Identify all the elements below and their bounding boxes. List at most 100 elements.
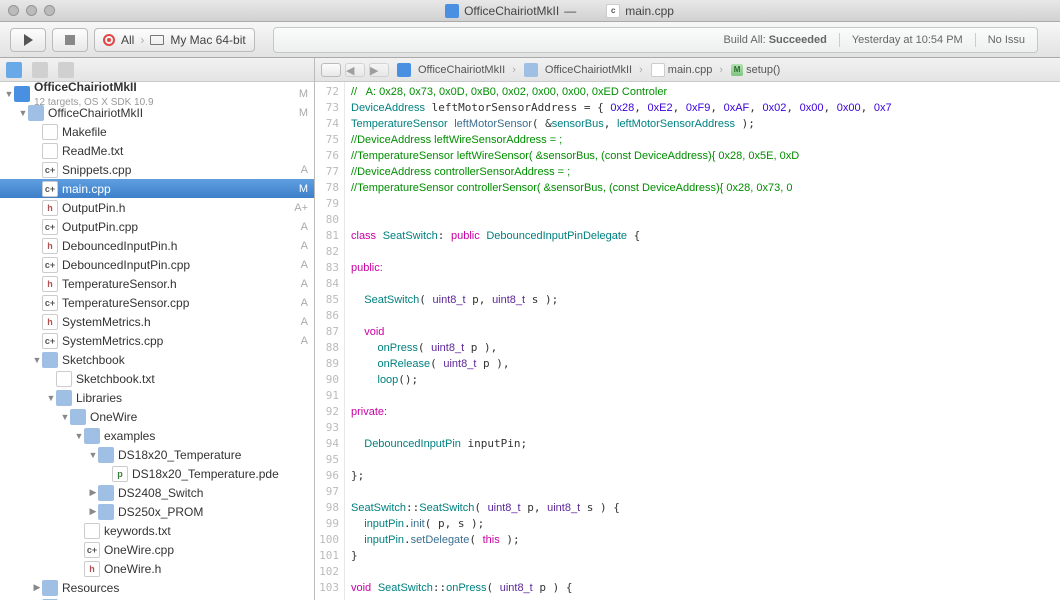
- txt-icon: [42, 124, 58, 140]
- disclosure-triangle-icon[interactable]: ▼: [74, 431, 84, 441]
- folder-icon: [28, 105, 44, 121]
- tree-file[interactable]: ReadMe.txt: [0, 141, 314, 160]
- disclosure-triangle-icon[interactable]: ▼: [88, 450, 98, 460]
- toolbar: All › My Mac 64-bit Build All: Succeeded…: [0, 22, 1060, 58]
- tree-item-label: SystemMetrics.h: [62, 315, 297, 329]
- main-split: ▼ OfficeChairiotMkII12 targets, OS X SDK…: [0, 58, 1060, 600]
- code-text[interactable]: // A: 0x28, 0x73, 0x0D, 0xB0, 0x02, 0x00…: [345, 82, 1060, 600]
- tree-item-label: DebouncedInputPin.cpp: [62, 258, 297, 272]
- tree-folder[interactable]: ▼ OneWire: [0, 407, 314, 426]
- tree-file[interactable]: hSystemMetrics.hA: [0, 312, 314, 331]
- jump-bar-function[interactable]: Msetup(): [727, 64, 791, 76]
- zoom-window-button[interactable]: [44, 5, 55, 16]
- tree-project-label: OfficeChairiotMkII12 targets, OS X SDK 1…: [34, 82, 295, 108]
- disclosure-triangle-icon[interactable]: ▼: [46, 393, 56, 403]
- tree-folder[interactable]: ▶ DS250x_PROM: [0, 502, 314, 521]
- minimize-window-button[interactable]: [26, 5, 37, 16]
- jump-bar-crumb[interactable]: OfficeChairiotMkII: [520, 63, 647, 77]
- disclosure-triangle-icon[interactable]: ▼: [18, 108, 28, 118]
- source-editor[interactable]: 7273747576777879808182838485868788899091…: [315, 82, 1060, 600]
- tree-item-label: TemperatureSensor.cpp: [62, 296, 297, 310]
- scm-badge: A: [301, 316, 308, 328]
- symbol-navigator-tab[interactable]: [32, 62, 48, 78]
- line-number-gutter: 7273747576777879808182838485868788899091…: [315, 82, 345, 600]
- disclosure-triangle-icon: [102, 469, 112, 479]
- disclosure-triangle-icon[interactable]: ▶: [88, 507, 98, 517]
- scm-badge: A+: [294, 202, 308, 214]
- h-icon: h: [42, 238, 58, 254]
- tree-item-label: TemperatureSensor.h: [62, 277, 297, 291]
- cpp-icon: c+: [42, 257, 58, 273]
- scheme-selector[interactable]: All › My Mac 64-bit: [94, 28, 255, 52]
- tree-file[interactable]: c+main.cppM: [0, 179, 314, 198]
- tree-file[interactable]: hOutputPin.hA+: [0, 198, 314, 217]
- tree-file[interactable]: c+ SystemMetrics.cpp A: [0, 331, 314, 350]
- find-navigator-tab[interactable]: [58, 62, 74, 78]
- tree-file[interactable]: Sketchbook.txt: [0, 369, 314, 388]
- tree-file[interactable]: c+OutputPin.cppA: [0, 217, 314, 236]
- scm-badge: A: [301, 297, 308, 309]
- forward-button[interactable]: ▶: [369, 63, 389, 77]
- stop-icon: [65, 35, 75, 45]
- project-tree[interactable]: ▼ OfficeChairiotMkII12 targets, OS X SDK…: [0, 82, 314, 600]
- disclosure-triangle-icon[interactable]: ▼: [4, 89, 14, 99]
- tree-file[interactable]: hTemperatureSensor.hA: [0, 274, 314, 293]
- jump-bar-crumb[interactable]: main.cpp: [647, 63, 727, 77]
- stop-button[interactable]: [52, 28, 88, 52]
- title-doc-file-label: main.cpp: [625, 4, 674, 18]
- cpp-icon: c+: [42, 333, 58, 349]
- tree-item-label: SystemMetrics.cpp: [62, 334, 297, 348]
- status-time: Yesterday at 10:54 PM: [852, 34, 963, 46]
- disclosure-triangle-icon[interactable]: ▼: [60, 412, 70, 422]
- folder-icon: [397, 63, 411, 77]
- tree-item-label: keywords.txt: [104, 524, 304, 538]
- navigator-tabs: [0, 58, 314, 82]
- scm-badge: A: [301, 259, 308, 271]
- activity-status: Build All: Succeeded Yesterday at 10:54 …: [273, 27, 1038, 53]
- close-window-button[interactable]: [8, 5, 19, 16]
- tree-folder[interactable]: ▼ Sketchbook: [0, 350, 314, 369]
- tree-folder[interactable]: ▼Libraries: [0, 388, 314, 407]
- project-navigator-tab[interactable]: [6, 62, 22, 78]
- txt-icon: [56, 371, 72, 387]
- disclosure-triangle-icon[interactable]: ▼: [32, 355, 42, 365]
- tree-item-label: OneWire: [90, 410, 304, 424]
- back-button[interactable]: ◀: [345, 63, 365, 77]
- folder-icon: [98, 504, 114, 520]
- tree-file[interactable]: c+ DebouncedInputPin.cpp A: [0, 255, 314, 274]
- scm-badge: A: [301, 335, 308, 347]
- tree-item-label: Sketchbook: [62, 353, 304, 367]
- tree-folder[interactable]: ▼examples: [0, 426, 314, 445]
- tree-file[interactable]: c+OneWire.cpp: [0, 540, 314, 559]
- tree-item-label: Makefile: [62, 125, 304, 139]
- tree-file[interactable]: c+Snippets.cppA: [0, 160, 314, 179]
- tree-folder[interactable]: ▼DS18x20_Temperature: [0, 445, 314, 464]
- tree-file[interactable]: Makefile: [0, 122, 314, 141]
- related-items-button[interactable]: [321, 63, 341, 77]
- tree-file[interactable]: pDS18x20_Temperature.pde: [0, 464, 314, 483]
- tree-folder[interactable]: ▶DS2408_Switch: [0, 483, 314, 502]
- folder-icon: [84, 428, 100, 444]
- scm-badge: M: [299, 107, 308, 119]
- navigator-sidebar: ▼ OfficeChairiotMkII12 targets, OS X SDK…: [0, 58, 315, 600]
- tree-file[interactable]: c+TemperatureSensor.cppA: [0, 293, 314, 312]
- cpp-file-icon: c: [606, 4, 620, 18]
- tree-folder[interactable]: ▼OfficeChairiotMkIIM: [0, 103, 314, 122]
- disclosure-triangle-icon[interactable]: ▶: [88, 488, 98, 498]
- h-icon: h: [42, 276, 58, 292]
- tree-project-root[interactable]: ▼ OfficeChairiotMkII12 targets, OS X SDK…: [0, 84, 314, 103]
- tree-folder[interactable]: ▶Resources: [0, 578, 314, 597]
- tree-item-label: OneWire.cpp: [104, 543, 304, 557]
- tree-item-label: DS250x_PROM: [118, 505, 304, 519]
- tree-file[interactable]: keywords.txt: [0, 521, 314, 540]
- disclosure-triangle-icon: [32, 241, 42, 251]
- disclosure-triangle-icon: [32, 127, 42, 137]
- disclosure-triangle-icon: [32, 298, 42, 308]
- disclosure-triangle-icon[interactable]: ▶: [32, 583, 42, 593]
- disclosure-triangle-icon: [46, 374, 56, 384]
- tree-file[interactable]: hOneWire.h: [0, 559, 314, 578]
- cpp-file-icon: [651, 63, 665, 77]
- tree-file[interactable]: hDebouncedInputPin.hA: [0, 236, 314, 255]
- run-button[interactable]: [10, 28, 46, 52]
- jump-bar-crumb[interactable]: OfficeChairiotMkII: [393, 63, 520, 77]
